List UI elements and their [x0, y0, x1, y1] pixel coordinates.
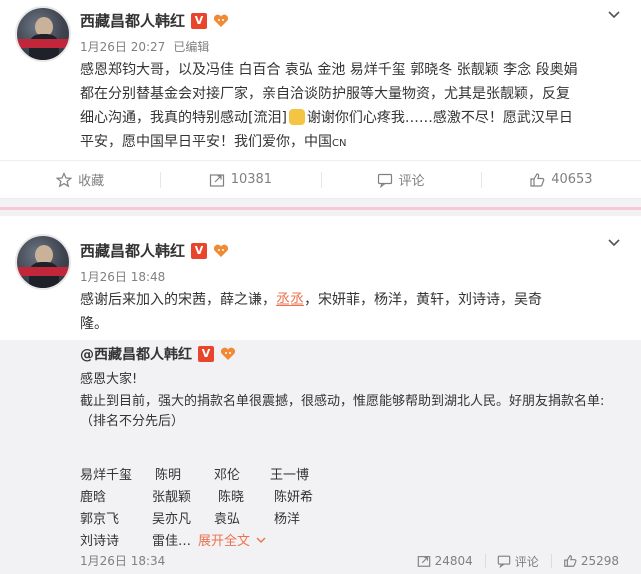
- separator-accent-line: [0, 207, 641, 210]
- verified-badge-icon: V: [191, 12, 208, 29]
- comment-label: 评论: [398, 174, 425, 189]
- reposted-post[interactable]: @西藏昌都人韩红 V 感恩大家! 截止到目前，强大的捐款名单很震撼，很感动，惟愿…: [0, 340, 641, 574]
- repost-button[interactable]: 10381: [160, 161, 320, 198]
- flag-label: CN: [332, 138, 347, 149]
- vip-heart-icon: [220, 347, 236, 361]
- favorite-label: 收藏: [78, 174, 105, 189]
- author-avatar[interactable]: [15, 234, 71, 290]
- donor-name: 刘诗诗: [80, 534, 120, 549]
- donor-name: 张靓颖: [152, 490, 192, 505]
- donor-name: 陈晓: [218, 490, 245, 505]
- repost-icon: [209, 173, 224, 187]
- reposted-footer: 1月26日 18:34 24804 评论 25298: [0, 548, 641, 574]
- vip-heart-icon: [213, 244, 229, 258]
- like-count: 25298: [580, 554, 619, 568]
- weibo-post: 西藏昌都人韩红 V 1月26日 18:48 感谢后来加入的宋茜，薛之谦，丞丞，宋…: [0, 216, 641, 574]
- donor-name: 陈妍希: [274, 490, 314, 505]
- thumbs-up-icon: [530, 172, 545, 187]
- verified-badge-icon: V: [198, 346, 214, 362]
- reposted-text: 截止到目前，强大的捐款名单很震撼，很感动，惟愿能够帮助到湖北人民。好朋友捐款名单…: [80, 394, 605, 409]
- content-line: 都在分别替基金会对接厂家，亲自洽谈防护服等大量物资，尤其是张靓颖，反复: [80, 86, 570, 102]
- repost-button[interactable]: 24804: [405, 548, 485, 574]
- author-name[interactable]: 西藏昌都人韩红: [80, 10, 185, 31]
- chevron-down-icon[interactable]: [607, 236, 621, 250]
- content-line: 感恩郑钧大哥，以及冯佳 白百合 袁弘 金池 易烊千玺 郭晓冬 张靓颖 李念 段奥…: [80, 62, 578, 78]
- donor-name: 郭京飞: [80, 512, 120, 527]
- chevron-down-icon: [256, 537, 266, 543]
- star-icon: [56, 171, 73, 187]
- vip-heart-icon: [213, 14, 229, 28]
- reposted-author-name[interactable]: @西藏昌都人韩红: [80, 344, 192, 364]
- action-bar: 收藏 10381 评论 40653: [0, 160, 641, 198]
- post-content: 感谢后来加入的宋茜，薛之谦，丞丞，宋妍菲，杨洋，黄轩，刘诗诗，吴奇 隆。: [80, 288, 620, 336]
- donor-name: 鹿晗: [80, 490, 107, 505]
- like-button[interactable]: 25298: [550, 548, 631, 574]
- repost-icon: [417, 556, 430, 567]
- content-line: 隆。: [80, 316, 108, 332]
- content-line: 细心沟通，我真的特别感动[流泪] 谢谢你们心疼我……感激不尽！愿武汉早日: [80, 109, 573, 126]
- comment-label: 评论: [514, 554, 539, 569]
- repost-count: 10381: [230, 172, 273, 187]
- mention-link[interactable]: 丞丞: [276, 292, 304, 308]
- comment-button[interactable]: 评论: [484, 548, 551, 574]
- donor-name: 邓伦: [214, 468, 241, 483]
- donor-name: 陈明: [155, 468, 182, 483]
- favorite-button[interactable]: 收藏: [0, 161, 160, 198]
- post-content: 感恩郑钧大哥，以及冯佳 白百合 袁弘 金池 易烊千玺 郭晓冬 张靓颖 李念 段奥…: [80, 58, 620, 156]
- donor-name: 雷佳…: [152, 534, 192, 549]
- edited-label: 已编辑: [173, 40, 210, 54]
- donor-name: 易烊千玺: [80, 468, 133, 483]
- weibo-post: 西藏昌都人韩红 V 1月26日 20:27 已编辑 感恩郑钧大哥，以及冯佳 白百…: [0, 0, 641, 198]
- comment-icon: [497, 555, 511, 568]
- chevron-down-icon[interactable]: [607, 8, 621, 22]
- expand-full-text-link[interactable]: 展开全文: [198, 530, 266, 549]
- thumbs-up-icon: [563, 555, 577, 567]
- donor-name: 杨洋: [274, 512, 301, 527]
- post-time[interactable]: 1月26日 20:27: [80, 38, 165, 55]
- donor-name: 袁弘: [214, 512, 241, 527]
- pray-emoji-icon: [288, 109, 305, 125]
- comment-button[interactable]: 评论: [320, 161, 481, 198]
- comment-icon: [377, 173, 392, 188]
- content-line: 平安，愿中国早日平安！我们爱你，中国CN: [80, 134, 347, 150]
- like-count: 40653: [551, 172, 593, 187]
- donor-name: 王一博: [270, 468, 310, 483]
- post-time[interactable]: 1月26日 18:48: [80, 268, 165, 285]
- author-avatar[interactable]: [15, 6, 71, 62]
- verified-badge-icon: V: [191, 242, 208, 259]
- repost-count: 24804: [434, 554, 473, 568]
- reposted-text: 感恩大家!: [80, 372, 138, 387]
- donor-name: 吴亦凡: [152, 512, 192, 527]
- reposted-time[interactable]: 1月26日 18:34: [80, 552, 165, 569]
- content-line: 感谢后来加入的宋茜，薛之谦，丞丞，宋妍菲，杨洋，黄轩，刘诗诗，吴奇: [80, 292, 542, 308]
- author-name[interactable]: 西藏昌都人韩红: [80, 240, 185, 261]
- reposted-text: （排名不分先后）: [80, 414, 185, 429]
- like-button[interactable]: 40653: [480, 161, 641, 198]
